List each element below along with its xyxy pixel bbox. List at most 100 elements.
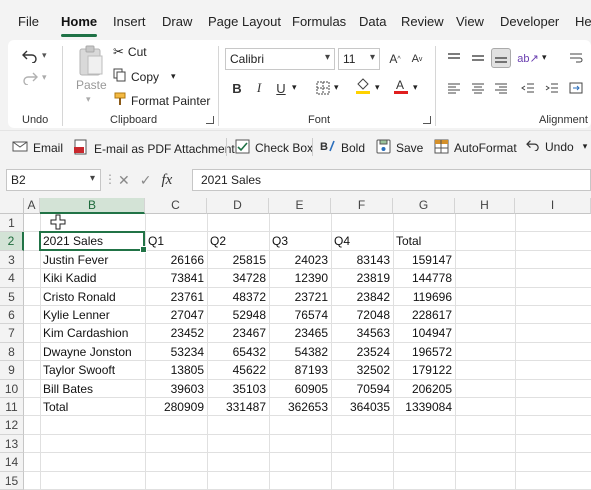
row-header-4[interactable]: 4 — [0, 269, 24, 288]
increase-font-size-icon[interactable]: A ^ — [385, 49, 405, 69]
value-cell[interactable]: 23842 — [331, 288, 393, 306]
increase-indent-icon[interactable] — [542, 78, 562, 98]
column-header-f[interactable]: F — [331, 198, 393, 214]
value-cell[interactable]: 159147 — [393, 251, 455, 269]
value-cell[interactable]: 23524 — [331, 343, 393, 361]
menu-home[interactable]: Home — [61, 14, 98, 37]
value-cell[interactable]: 364035 — [331, 398, 393, 416]
value-cell[interactable]: 60905 — [269, 380, 331, 398]
menu-data[interactable]: Data — [359, 14, 386, 29]
font-size-dropdown[interactable]: 11 ▾ — [338, 48, 380, 70]
menu-formulas[interactable]: Formulas — [292, 14, 346, 29]
clipboard-launcher-icon[interactable] — [206, 116, 214, 124]
decrease-font-size-icon[interactable]: Av — [407, 49, 427, 69]
chevron-down-icon[interactable]: ▾ — [90, 173, 95, 184]
value-cell[interactable]: 73841 — [145, 269, 207, 287]
value-cell[interactable]: 331487 — [207, 398, 269, 416]
value-cell[interactable]: 362653 — [269, 398, 331, 416]
align-right-icon[interactable] — [491, 78, 511, 98]
menu-file[interactable]: File — [18, 14, 39, 29]
redo-dropdown-icon[interactable]: ▾ — [42, 72, 47, 83]
value-cell[interactable]: 70594 — [331, 380, 393, 398]
row-header-5[interactable]: 5 — [0, 287, 24, 306]
value-cell[interactable]: 25815 — [207, 251, 269, 269]
value-cell[interactable]: 34728 — [207, 269, 269, 287]
column-header-a[interactable]: A — [24, 198, 40, 214]
value-cell[interactable]: 34563 — [331, 324, 393, 342]
name-cell[interactable]: Total — [40, 398, 145, 416]
value-cell[interactable]: 23721 — [269, 288, 331, 306]
value-cell[interactable]: 39603 — [145, 380, 207, 398]
value-cell[interactable]: 23761 — [145, 288, 207, 306]
select-all-corner[interactable] — [0, 198, 24, 214]
value-cell[interactable]: 280909 — [145, 398, 207, 416]
insert-function-icon[interactable]: fx — [161, 172, 172, 189]
value-cell[interactable]: 12390 — [269, 269, 331, 287]
value-cell[interactable]: 24023 — [269, 251, 331, 269]
decrease-indent-icon[interactable] — [518, 78, 538, 98]
undo-toolbar-button[interactable]: Undo ▾ — [526, 139, 587, 154]
cut-button[interactable]: ✂ Cut — [113, 44, 147, 60]
name-cell[interactable]: Kim Cardashion — [40, 324, 145, 342]
column-header-h[interactable]: H — [455, 198, 515, 214]
value-cell[interactable]: 35103 — [207, 380, 269, 398]
name-box[interactable]: B2 ▾ — [6, 169, 101, 191]
column-header-i[interactable]: I — [515, 198, 591, 214]
row-header-15[interactable]: 15 — [0, 471, 24, 490]
menu-review[interactable]: Review — [401, 14, 444, 29]
paste-button[interactable]: Paste — [76, 78, 107, 92]
value-cell[interactable]: 52948 — [207, 306, 269, 324]
orientation-icon[interactable]: ab↗ — [517, 48, 538, 68]
copy-button[interactable]: Copy ▾ — [113, 68, 176, 85]
email-button[interactable]: Email — [12, 139, 63, 156]
row-header-7[interactable]: 7 — [0, 324, 24, 343]
header-cell[interactable]: Q4 — [331, 232, 393, 250]
spreadsheet-grid[interactable]: A B C D E F G H I 1 2 3 4 5 6 7 8 9 10 11 12 13 14 15 2021 Sales… — [0, 198, 591, 490]
wrap-text-icon[interactable] — [566, 48, 586, 68]
fill-color-icon[interactable] — [353, 76, 373, 96]
font-name-dropdown[interactable]: Calibri ▾ — [225, 48, 335, 70]
email-pdf-button[interactable]: E-mail as PDF Attachment — [73, 139, 235, 158]
value-cell[interactable]: 27047 — [145, 306, 207, 324]
underline-button[interactable]: U — [271, 78, 291, 98]
check-box-button[interactable]: Check Box — [235, 139, 313, 157]
fill-color-dropdown-icon[interactable]: ▾ — [375, 82, 380, 93]
name-cell[interactable]: Cristo Ronald — [40, 288, 145, 306]
menu-insert[interactable]: Insert — [113, 14, 146, 29]
align-middle-icon[interactable] — [468, 48, 488, 68]
value-cell[interactable]: 26166 — [145, 251, 207, 269]
paste-icon[interactable] — [76, 44, 106, 78]
paste-dropdown-icon[interactable]: ▾ — [86, 94, 91, 105]
italic-button[interactable]: I — [249, 78, 269, 98]
merge-center-icon[interactable] — [566, 78, 586, 98]
row-header-1[interactable]: 1 — [0, 214, 24, 233]
header-cell[interactable]: Total — [393, 232, 455, 250]
underline-dropdown-icon[interactable]: ▾ — [292, 82, 297, 93]
value-cell[interactable]: 53234 — [145, 343, 207, 361]
menu-draw[interactable]: Draw — [162, 14, 192, 29]
bold-toolbar-button[interactable]: B Bold — [320, 139, 365, 156]
value-cell[interactable]: 206205 — [393, 380, 455, 398]
value-cell[interactable]: 45622 — [207, 361, 269, 379]
undo-icon[interactable] — [20, 46, 40, 66]
row-header-3[interactable]: 3 — [0, 250, 24, 270]
name-cell[interactable]: Taylor Swooft — [40, 361, 145, 379]
name-cell[interactable]: Kylie Lenner — [40, 306, 145, 324]
value-cell[interactable]: 13805 — [145, 361, 207, 379]
menu-developer[interactable]: Developer — [500, 14, 559, 29]
row-header-14[interactable]: 14 — [0, 453, 24, 472]
column-header-g[interactable]: G — [393, 198, 455, 214]
value-cell[interactable]: 23452 — [145, 324, 207, 342]
column-header-c[interactable]: C — [145, 198, 207, 214]
column-header-e[interactable]: E — [269, 198, 331, 214]
value-cell[interactable]: 119696 — [393, 288, 455, 306]
autoformat-button[interactable]: AutoFormat — [434, 139, 517, 157]
value-cell[interactable]: 72048 — [331, 306, 393, 324]
row-header-12[interactable]: 12 — [0, 416, 24, 435]
name-cell[interactable]: Dwayne Jonston — [40, 343, 145, 361]
menu-help[interactable]: Help — [575, 14, 591, 29]
orientation-dropdown-icon[interactable]: ▾ — [542, 52, 547, 63]
menu-page-layout[interactable]: Page Layout — [208, 14, 281, 29]
value-cell[interactable]: 144778 — [393, 269, 455, 287]
row-header-11[interactable]: 11 — [0, 398, 24, 417]
